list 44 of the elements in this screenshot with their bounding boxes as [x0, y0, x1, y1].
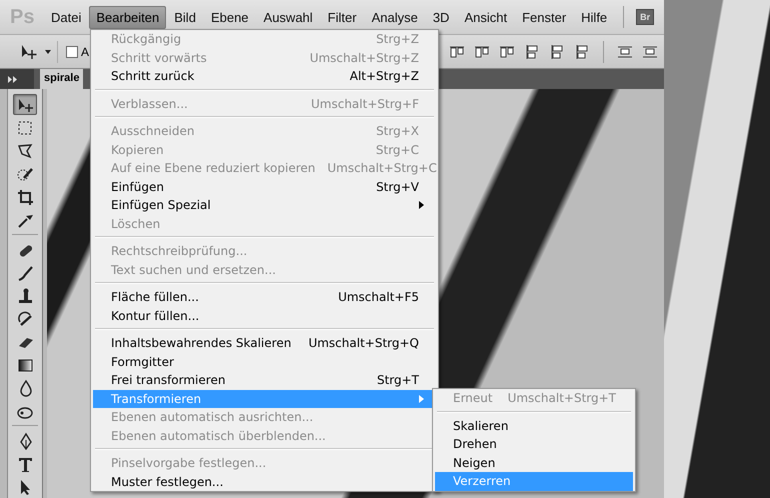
align-icon[interactable]	[574, 44, 590, 60]
marquee-tool-icon	[16, 118, 34, 137]
menu-title[interactable]: Hilfe	[574, 6, 614, 28]
menu-title[interactable]: Ebene	[204, 6, 256, 28]
menu-item[interactable]: Einfügen Strg+V	[93, 178, 436, 196]
align-icon[interactable]	[474, 44, 490, 60]
stamp-tool-icon	[16, 286, 34, 305]
crop-tool-icon	[16, 188, 34, 206]
align-icon[interactable]	[449, 44, 466, 60]
document-tab[interactable]: spirale	[40, 69, 84, 89]
menu-item[interactable]: Neigen	[435, 454, 633, 472]
caret-icon	[45, 50, 51, 54]
menu-title[interactable]: Filter	[320, 6, 364, 28]
menu-title[interactable]: 3D	[426, 6, 456, 28]
menu-title[interactable]: Bild	[167, 6, 203, 28]
align-icon[interactable]	[549, 44, 566, 60]
menu-title[interactable]: Datei	[44, 6, 88, 28]
menu-title[interactable]: Analyse	[364, 6, 425, 28]
brush-tool-icon	[16, 264, 34, 282]
menu-title[interactable]: Auswahl	[256, 6, 320, 28]
menu-item[interactable]: Formgitter	[93, 352, 436, 371]
lasso-tool-icon	[16, 142, 34, 160]
bridge-button[interactable]: Br	[636, 9, 654, 25]
menu-item[interactable]: Fläche füllen... Umschalt+F5	[93, 288, 436, 306]
history-brush-tool-icon	[16, 310, 34, 328]
tool-button[interactable]	[13, 94, 37, 116]
menu-title[interactable]: Bearbeiten	[89, 6, 166, 28]
checkbox-label: A	[81, 44, 90, 58]
menu-item[interactable]: Inhaltsbewahrendes Skalieren Umschalt+Strg+Q	[93, 334, 436, 352]
collapse-panel-icon[interactable]	[8, 76, 18, 82]
align-icon[interactable]	[524, 44, 540, 60]
align-icon[interactable]	[499, 44, 516, 60]
distribute-icon[interactable]	[617, 44, 634, 60]
auto-select-checkbox[interactable]	[66, 46, 78, 58]
menu-title[interactable]: Fenster	[515, 6, 574, 28]
menu-item[interactable]: Kontur füllen...	[93, 306, 436, 325]
distribute-icon[interactable]	[642, 44, 658, 60]
menu-item[interactable]: Drehen	[435, 435, 633, 454]
menu-item[interactable]: Einfügen Spezial	[93, 196, 436, 214]
menu-item[interactable]: Schritt zurück Alt+Strg+Z	[93, 67, 436, 86]
menu-title[interactable]: Ansicht	[457, 6, 514, 28]
menu-item[interactable]: Skalieren	[435, 416, 633, 435]
menu-item[interactable]: Frei transformieren Strg+T	[93, 371, 436, 390]
menu-item[interactable]: Muster festlegen...	[93, 472, 436, 491]
